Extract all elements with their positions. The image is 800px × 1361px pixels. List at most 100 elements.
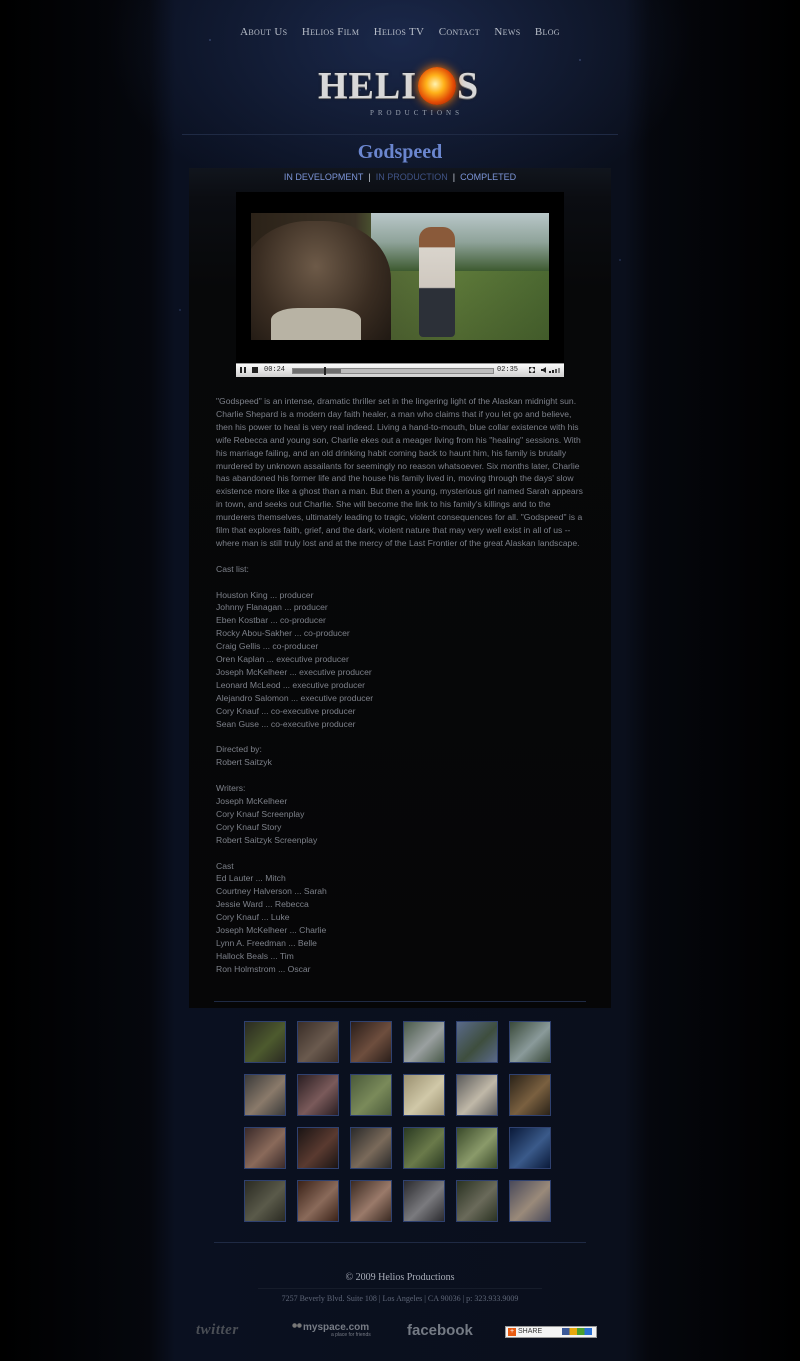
gallery-thumbnail[interactable] [456,1074,498,1116]
list-item: Ed Lauter ... Mitch [216,873,286,884]
video-player[interactable]: 00:24 02:35 [236,192,564,377]
current-time: 00:24 [264,366,286,374]
player-controls: 00:24 02:35 [236,363,564,377]
list-item: Cory Knauf ... co-executive producer [216,705,356,716]
logo-word-left: HELI [318,65,418,107]
gallery-thumbnail[interactable] [509,1180,551,1222]
sun-icon [418,67,456,105]
address: 7257 Beverly Blvd. Suite 108 | Los Angel… [281,1294,519,1303]
logo-subtitle: PRODUCTIONS [370,109,464,117]
list-item: Cory Knauf ... Luke [216,912,290,923]
gallery-thumbnail[interactable] [456,1127,498,1169]
list-item: Joseph McKelheer ... executive producer [216,667,372,677]
gallery-thumbnail[interactable] [350,1074,392,1116]
myspace-tagline: a place for friends [331,1332,371,1338]
gallery-thumbnail[interactable] [244,1021,286,1063]
gallery-thumbnail[interactable] [297,1021,339,1063]
gallery-thumbnail[interactable] [244,1127,286,1169]
top-navigation: About Us Helios Film Helios TV Contact N… [0,22,800,40]
list-item: Craig Gellis ... co-producer [216,641,319,652]
gallery-thumbnail[interactable] [509,1021,551,1063]
list-item: Oren Kaplan ... executive producer [216,654,349,665]
copyright: © 2009 Helios Productions [345,1272,455,1283]
helios-logo[interactable]: HELI S PRODUCTIONS [318,64,490,124]
directed-by-heading: Directed by: [216,744,262,755]
gallery-thumbnail[interactable] [244,1074,286,1116]
seek-bar[interactable] [292,367,494,375]
list-item: Jessie Ward ... Rebecca [216,899,309,910]
seek-buffered [293,369,341,373]
photo-gallery [244,1021,556,1227]
list-item: Cory Knauf Story [216,821,282,832]
facebook-link[interactable]: facebook [407,1322,473,1339]
plus-icon: + [508,1328,516,1336]
duration: 02:35 [497,366,519,374]
list-item: Eben Kostbar ... co-producer [216,615,326,626]
gallery-thumbnail[interactable] [509,1127,551,1169]
video-frame[interactable] [251,213,549,340]
gallery-divider [214,1242,586,1243]
list-item: Houston King ... producer [216,589,314,600]
gallery-thumbnail[interactable] [297,1180,339,1222]
gallery-thumbnail[interactable] [350,1021,392,1063]
page-title: Godspeed [357,141,443,163]
share-services-icon [562,1328,592,1335]
nav-news[interactable]: News [494,26,520,38]
share-button[interactable]: + SHARE [505,1326,597,1338]
video-scene-girl [419,227,455,337]
film-details: "Godspeed" is an intense, dramatic thril… [216,395,586,976]
list-item: Alejandro Salomon ... executive producer [216,692,374,703]
gallery-thumbnail[interactable] [297,1074,339,1116]
producer-list: Houston King ... producer Johnny Flanaga… [216,589,586,731]
list-item: Hallock Beals ... Tim [216,950,294,961]
subnav-in-production[interactable]: IN PRODUCTION [376,172,448,182]
stop-icon[interactable] [251,366,259,374]
gallery-thumbnail[interactable] [403,1180,445,1222]
cast-list-heading: Cast list: [216,563,249,574]
nav-contact[interactable]: Contact [439,26,480,38]
writers-heading: Writers: [216,783,246,794]
video-scene-shirt [271,308,361,340]
subnav-completed[interactable]: COMPLETED [460,172,516,182]
nav-helios-film[interactable]: Helios Film [302,26,359,38]
list-item: Leonard McLeod ... executive producer [216,679,366,690]
page-background: About Us Helios Film Helios TV Contact N… [0,0,800,1361]
nav-helios-tv[interactable]: Helios TV [374,26,425,38]
share-label: SHARE [518,1328,543,1335]
list-item: Rocky Abou-Sakher ... co-producer [216,628,350,639]
list-item: Cory Knauf Screenplay [216,808,305,819]
gallery-thumbnail[interactable] [509,1074,551,1116]
gallery-thumbnail[interactable] [244,1180,286,1222]
gallery-thumbnail[interactable] [403,1021,445,1063]
gallery-thumbnail[interactable] [350,1127,392,1169]
list-item: Joseph McKelheer [216,796,288,807]
fullscreen-icon[interactable] [528,366,536,374]
gallery-thumbnail[interactable] [456,1180,498,1222]
gallery-thumbnail[interactable] [456,1021,498,1063]
nav-blog[interactable]: Blog [535,26,560,38]
myspace-icon [291,1322,303,1333]
gallery-thumbnail[interactable] [350,1180,392,1222]
header-divider [182,134,618,135]
list-item: Joseph McKelheer ... Charlie [216,925,327,936]
nav-about-us[interactable]: About Us [240,26,287,38]
myspace-link[interactable]: myspace.com a place for friends [291,1322,371,1338]
director-name: Robert Saitzyk [216,757,272,768]
cast-heading: Cast [216,860,234,871]
film-description: "Godspeed" is an intense, dramatic thril… [216,396,583,548]
twitter-link[interactable]: twitter [196,1322,239,1339]
list-item: Robert Saitzyk Screenplay [216,834,318,845]
list-item: Courtney Halverson ... Sarah [216,886,327,897]
volume-icon[interactable] [541,366,561,374]
gallery-thumbnail[interactable] [297,1127,339,1169]
subnav-separator: | [452,172,456,182]
seek-handle[interactable] [324,367,326,375]
content-divider [214,1001,586,1002]
pause-icon[interactable] [239,366,247,374]
subnav-in-development[interactable]: IN DEVELOPMENT [284,172,364,182]
video-scene-trees [371,213,549,271]
gallery-thumbnail[interactable] [403,1127,445,1169]
footer-divider [258,1288,542,1289]
gallery-thumbnail[interactable] [403,1074,445,1116]
logo-word-right: S [457,65,480,107]
